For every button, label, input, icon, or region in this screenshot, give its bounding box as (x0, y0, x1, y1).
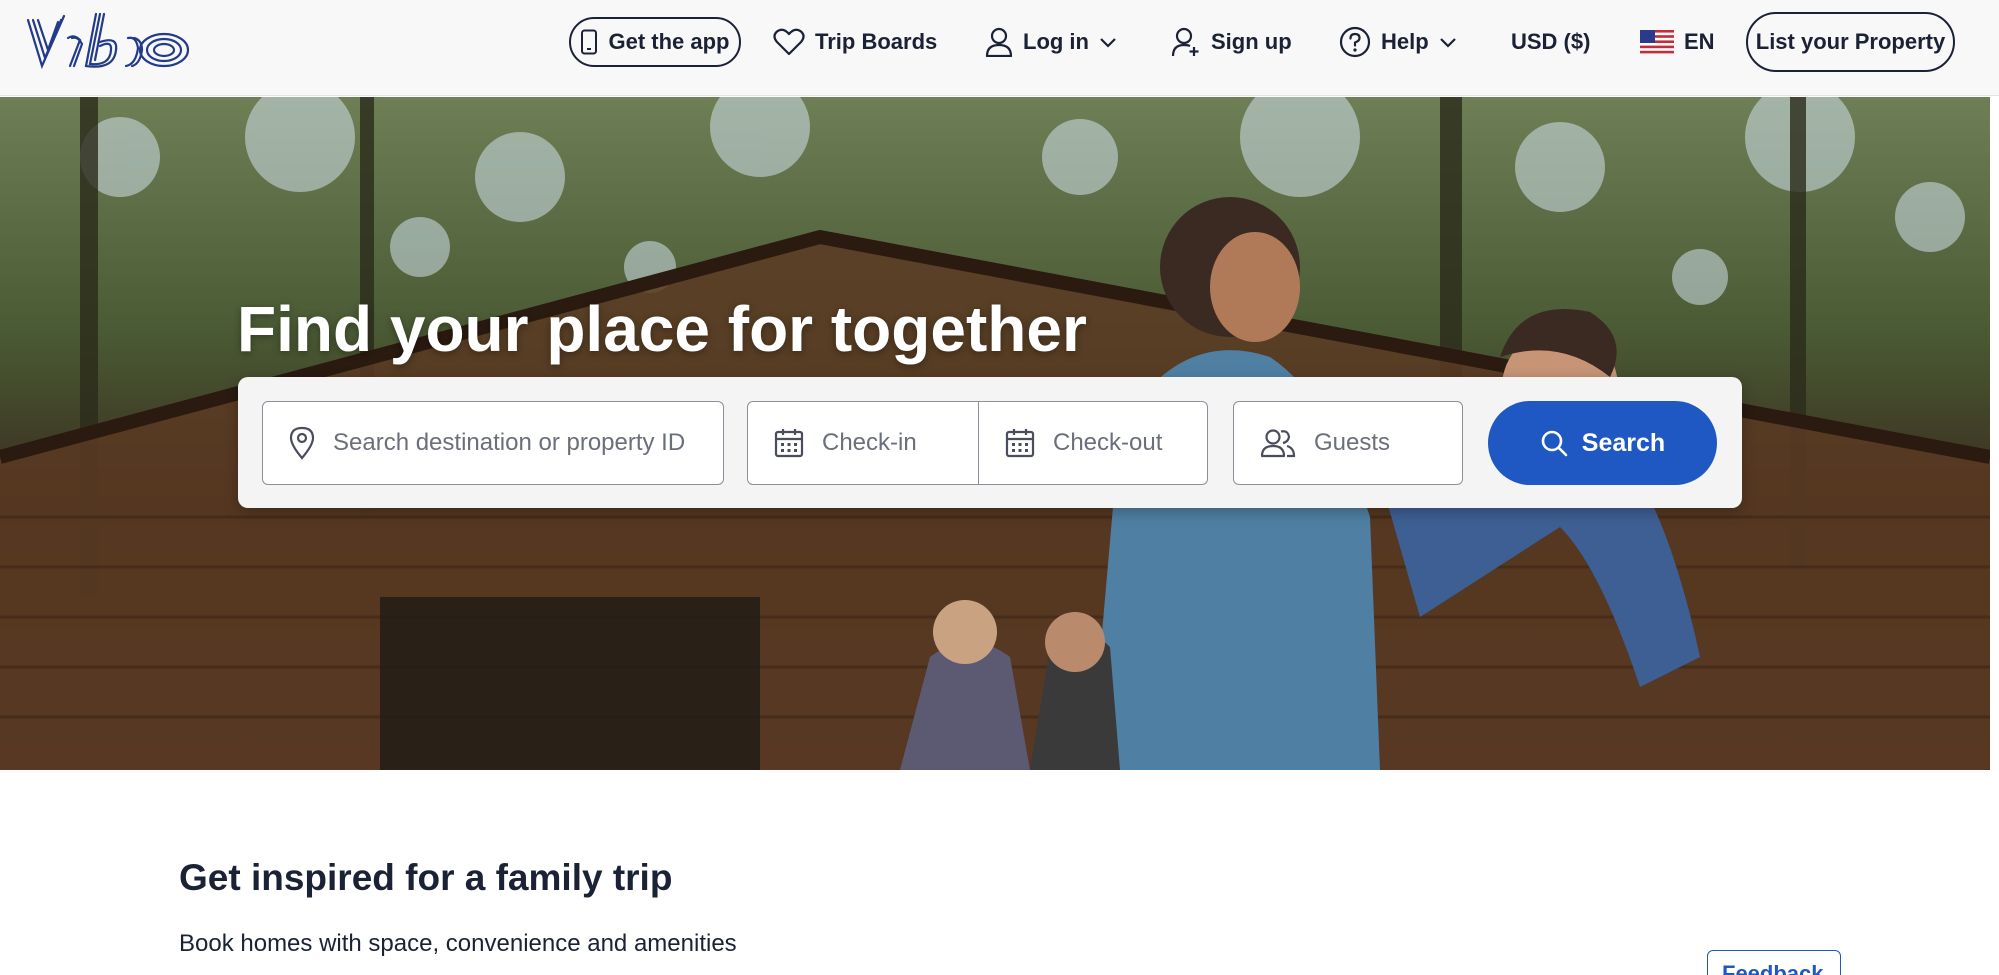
guests-placeholder: Guests (1314, 429, 1391, 456)
currency-label: USD ($) (1511, 29, 1591, 54)
heart-icon (773, 28, 805, 56)
check-in-input[interactable]: Check-in (747, 401, 979, 485)
check-out-placeholder: Check-out (1053, 429, 1163, 456)
check-out-input[interactable]: Check-out (978, 401, 1208, 485)
sign-up-label: Sign up (1211, 29, 1292, 54)
guests-icon (1260, 429, 1296, 458)
search-icon (1541, 430, 1568, 457)
vrbo-logo[interactable] (24, 8, 209, 72)
list-your-property-label: List your Property (1755, 29, 1946, 54)
currency-selector[interactable]: USD ($) (1511, 17, 1590, 67)
get-the-app-button[interactable]: Get the app (569, 17, 741, 67)
calendar-icon (1005, 429, 1035, 458)
help-menu[interactable]: Help (1339, 17, 1457, 67)
hero-banner: Find your place for together Search dest… (0, 97, 1990, 770)
user-add-icon (1171, 27, 1199, 57)
hero-title: Find your place for together (237, 293, 1087, 365)
destination-placeholder: Search destination or property ID (333, 429, 686, 456)
phone-icon (581, 29, 598, 55)
language-selector[interactable]: EN (1640, 17, 1715, 67)
language-label: EN (1684, 29, 1715, 54)
trip-boards-link[interactable]: Trip Boards (773, 17, 937, 67)
log-in-label: Log in (1023, 29, 1089, 54)
location-pin-icon (289, 426, 315, 460)
feedback-button[interactable]: Feedback (1707, 950, 1841, 975)
user-icon (985, 27, 1013, 57)
search-form: Search destination or property ID Check-… (238, 377, 1742, 508)
help-label: Help (1381, 29, 1429, 54)
trip-boards-label: Trip Boards (815, 29, 938, 54)
log-in-menu[interactable]: Log in (985, 17, 1117, 67)
guests-input[interactable]: Guests (1233, 401, 1463, 485)
list-your-property-button[interactable]: List your Property (1746, 12, 1955, 72)
check-in-placeholder: Check-in (822, 429, 917, 456)
chevron-down-icon (1439, 38, 1456, 48)
chevron-down-icon (1100, 38, 1116, 48)
destination-input[interactable]: Search destination or property ID (262, 401, 724, 485)
search-button-label: Search (1581, 428, 1666, 457)
us-flag-icon (1640, 30, 1674, 54)
calendar-icon (774, 429, 804, 458)
section-title: Get inspired for a family trip (179, 857, 673, 898)
top-navigation: Get the app Trip Boards Log in Sign up H… (0, 0, 1999, 96)
help-icon (1339, 26, 1371, 58)
section-subtitle: Book homes with space, convenience and a… (179, 930, 737, 957)
search-button[interactable]: Search (1488, 401, 1717, 485)
sign-up-link[interactable]: Sign up (1171, 17, 1292, 67)
get-the-app-label: Get the app (608, 29, 730, 54)
